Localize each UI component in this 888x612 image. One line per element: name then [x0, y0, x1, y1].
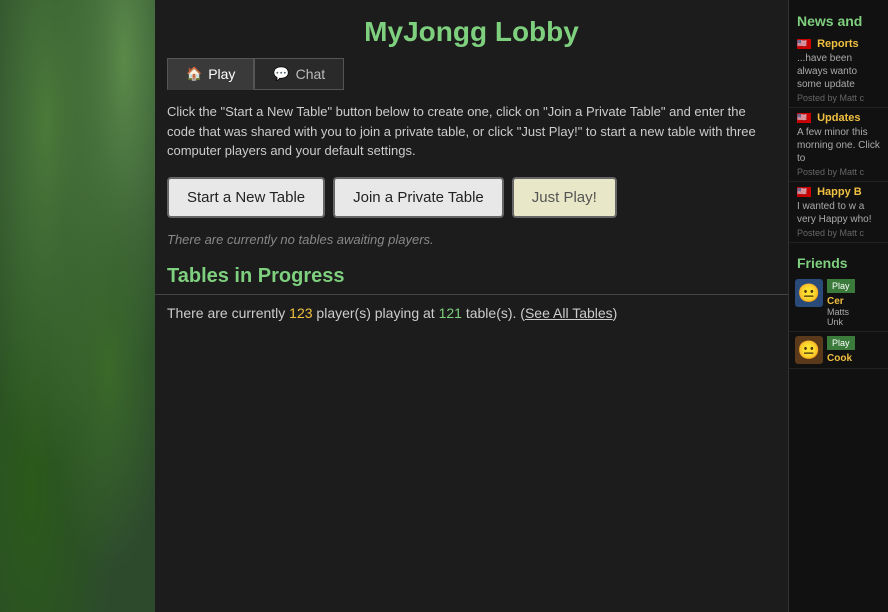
tabs-container: 🏠 Play 💬 Chat: [155, 58, 788, 90]
flag-icon-reports: 🇺🇸: [797, 39, 811, 49]
flag-icon-happy: 🇺🇸: [797, 187, 811, 197]
action-buttons-container: Start a New Table Join a Private Table J…: [155, 177, 788, 218]
friend-name-2: Cook: [827, 353, 882, 364]
tables-in-progress-heading: Tables in Progress: [155, 265, 788, 295]
news-item-reports-posted: Posted by Matt c: [797, 93, 880, 103]
news-item-reports-text: ...have been always wanto some update: [797, 52, 880, 91]
stats-text-before: There are currently: [167, 305, 289, 321]
news-item-updates-posted: Posted by Matt c: [797, 167, 880, 177]
table-count: 121: [439, 305, 462, 321]
news-item-reports-title[interactable]: 🇺🇸 Reports: [797, 38, 880, 50]
tab-chat[interactable]: 💬 Chat: [254, 58, 344, 90]
friend-avatar-2: 😐: [795, 336, 823, 364]
friend-info-1: Play Cer Matts Unk: [827, 279, 882, 327]
friend-item-2: 😐 Play Cook: [789, 332, 888, 369]
player-count: 123: [289, 305, 312, 321]
start-new-table-button[interactable]: Start a New Table: [167, 177, 325, 218]
tab-chat-label: Chat: [296, 66, 326, 82]
tab-play[interactable]: 🏠 Play: [167, 58, 254, 90]
stats-text-end: ): [613, 305, 618, 321]
left-decorative-panel: [0, 0, 155, 612]
friend-item-1: 😐 Play Cer Matts Unk: [789, 275, 888, 332]
page-title: MyJongg Lobby: [155, 0, 788, 58]
friend-name-1: Cer: [827, 296, 882, 307]
see-all-tables-link[interactable]: See All Tables: [525, 305, 613, 321]
news-item-happy-title[interactable]: 🇺🇸 Happy B: [797, 186, 880, 198]
just-play-button[interactable]: Just Play!: [512, 177, 617, 218]
right-sidebar: News and 🇺🇸 Reports ...have been always …: [788, 0, 888, 612]
flag-icon-updates: 🇺🇸: [797, 113, 811, 123]
stats-text-players-suffix: player(s) playing at: [313, 305, 439, 321]
news-section-title: News and: [789, 8, 888, 34]
friends-section: Friends 😐 Play Cer Matts Unk 😐 Play Cook: [789, 251, 888, 369]
friend-play-button-2[interactable]: Play: [827, 336, 855, 350]
sidebar-news-item-reports: 🇺🇸 Reports ...have been always wanto som…: [789, 34, 888, 108]
friend-status-1: Matts: [827, 307, 882, 317]
no-tables-message: There are currently no tables awaiting p…: [155, 232, 788, 247]
friend-avatar-1: 😐: [795, 279, 823, 307]
sidebar-news-item-updates: 🇺🇸 Updates A few minor this morning one.…: [789, 108, 888, 182]
news-item-happy-text: I wanted to w a very Happy who!: [797, 200, 880, 226]
description-text: Click the "Start a New Table" button bel…: [155, 102, 788, 161]
join-private-table-button[interactable]: Join a Private Table: [333, 177, 504, 218]
sidebar-news-item-happy: 🇺🇸 Happy B I wanted to w a very Happy wh…: [789, 182, 888, 243]
main-content: MyJongg Lobby 🏠 Play 💬 Chat Click the "S…: [155, 0, 788, 612]
home-icon: 🏠: [186, 66, 202, 82]
chat-icon: 💬: [273, 66, 289, 82]
stats-text-tables-suffix: table(s). (: [462, 305, 525, 321]
news-item-happy-posted: Posted by Matt c: [797, 228, 880, 238]
tables-stats: There are currently 123 player(s) playin…: [155, 305, 788, 321]
friends-title: Friends: [789, 251, 888, 275]
friend-status2-1: Unk: [827, 317, 882, 327]
friend-info-2: Play Cook: [827, 336, 882, 364]
tab-play-label: Play: [208, 66, 235, 82]
friend-play-button-1[interactable]: Play: [827, 279, 855, 293]
news-item-updates-text: A few minor this morning one. Click to: [797, 126, 880, 165]
news-item-updates-title[interactable]: 🇺🇸 Updates: [797, 112, 880, 124]
